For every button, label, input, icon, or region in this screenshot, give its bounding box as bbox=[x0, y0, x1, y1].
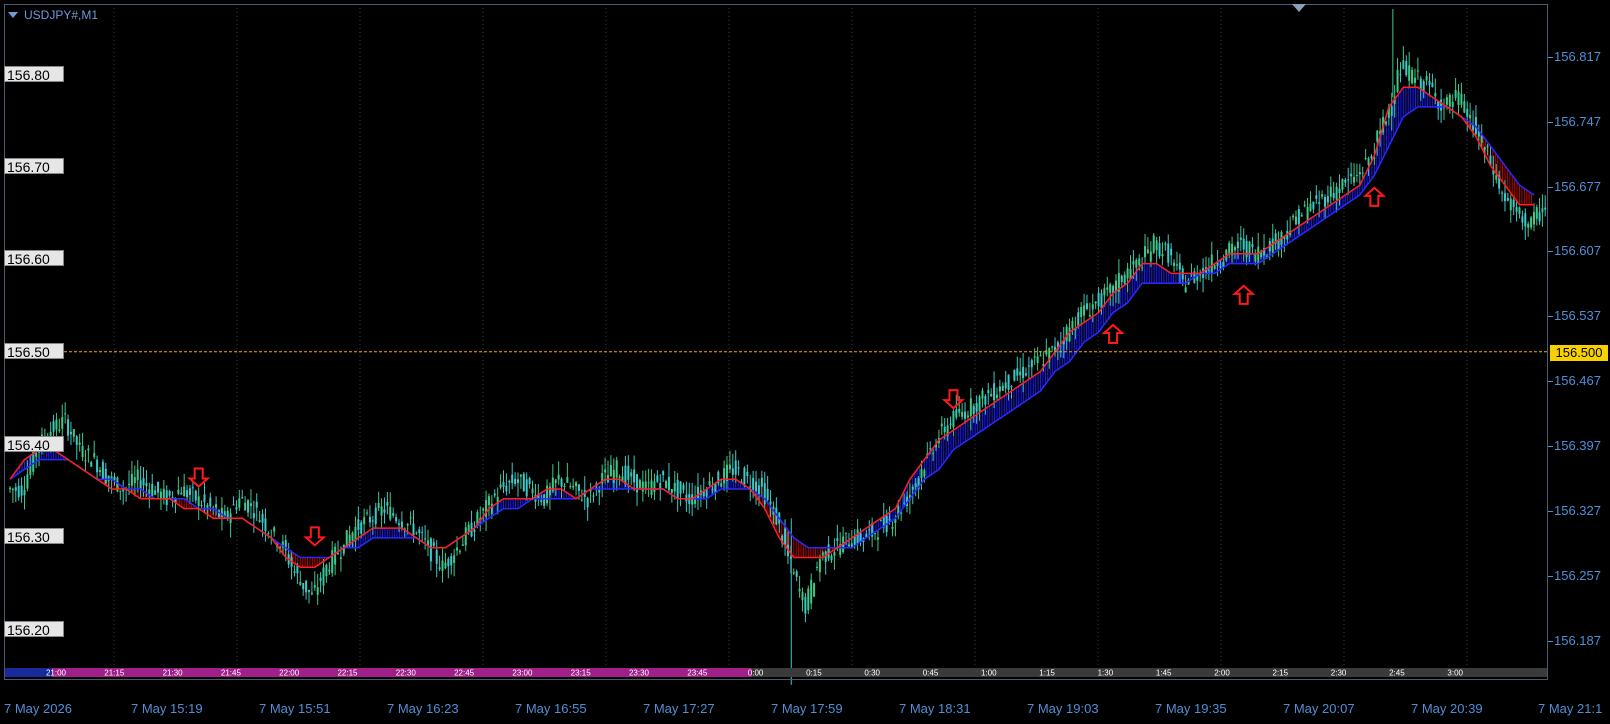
right-axis-tick bbox=[1548, 446, 1553, 447]
chart-window[interactable]: 21:00 21:15 21:30 21:45 22:00 22:15 22:30 22:45… bbox=[0, 0, 1610, 724]
right-price-label: 156.607 bbox=[1554, 243, 1601, 258]
right-axis-tick bbox=[1548, 122, 1553, 123]
time-label: 7 May 15:51 bbox=[259, 701, 331, 716]
right-axis-tick bbox=[1548, 641, 1553, 642]
symbol-title: USDJPY#,M1 bbox=[24, 8, 99, 22]
time-label: 7 May 17:27 bbox=[643, 701, 715, 716]
right-axis-tick bbox=[1548, 576, 1553, 577]
right-axis-tick bbox=[1548, 57, 1553, 58]
current-price-badge: 156.500 bbox=[1550, 345, 1608, 361]
right-price-label: 156.257 bbox=[1554, 568, 1601, 583]
left-price-label: 156.20 bbox=[4, 621, 64, 638]
time-label: 7 May 15:19 bbox=[131, 701, 203, 716]
right-price-label: 156.397 bbox=[1554, 438, 1601, 453]
right-price-label: 156.467 bbox=[1554, 373, 1601, 388]
dropdown-triangle-icon[interactable] bbox=[8, 12, 18, 18]
time-label: 7 May 17:59 bbox=[771, 701, 843, 716]
time-label: 7 May 16:55 bbox=[515, 701, 587, 716]
time-label: 7 May 18:31 bbox=[899, 701, 971, 716]
right-price-label: 156.537 bbox=[1554, 308, 1601, 323]
left-price-label: 156.30 bbox=[4, 528, 64, 545]
chart-shift-marker-icon[interactable] bbox=[1292, 4, 1306, 12]
time-label: 7 May 2026 bbox=[4, 701, 72, 716]
left-price-label: 156.40 bbox=[4, 436, 64, 453]
chart-title[interactable]: USDJPY#,M1 bbox=[8, 8, 98, 22]
time-label: 7 May 19:03 bbox=[1027, 701, 1099, 716]
right-axis-tick bbox=[1548, 187, 1553, 188]
left-price-label: 156.50 bbox=[4, 343, 64, 360]
time-label: 7 May 20:07 bbox=[1283, 701, 1355, 716]
plot-frame bbox=[4, 4, 1548, 680]
left-price-label: 156.80 bbox=[4, 66, 64, 83]
left-price-label: 156.60 bbox=[4, 250, 64, 267]
time-label: 7 May 21:1 bbox=[1538, 701, 1603, 716]
time-label: 7 May 16:23 bbox=[387, 701, 459, 716]
time-label: 7 May 20:39 bbox=[1411, 701, 1483, 716]
left-price-label: 156.70 bbox=[4, 158, 64, 175]
right-price-label: 156.747 bbox=[1554, 114, 1601, 129]
time-label: 7 May 19:35 bbox=[1155, 701, 1227, 716]
right-axis-tick bbox=[1548, 251, 1553, 252]
right-price-label: 156.677 bbox=[1554, 179, 1601, 194]
right-price-label: 156.817 bbox=[1554, 49, 1601, 64]
right-price-label: 156.187 bbox=[1554, 633, 1601, 648]
right-axis-tick bbox=[1548, 381, 1553, 382]
right-axis-tick bbox=[1548, 316, 1553, 317]
right-axis-tick bbox=[1548, 511, 1553, 512]
right-price-label: 156.327 bbox=[1554, 503, 1601, 518]
